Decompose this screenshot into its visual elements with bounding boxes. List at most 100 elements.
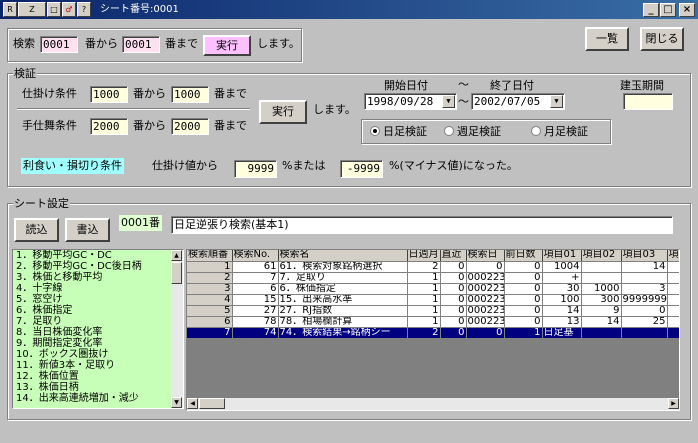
table-cell[interactable]: 0 xyxy=(440,261,467,273)
table-cell[interactable]: 14 xyxy=(621,261,668,273)
table-cell[interactable]: 25 xyxy=(621,316,668,328)
row-number-cell[interactable]: 2 xyxy=(187,272,233,284)
table-cell[interactable]: 0 xyxy=(440,283,467,295)
search-run-button[interactable]: 実行 xyxy=(203,35,251,56)
list-item[interactable]: 9．期間指定変化率 xyxy=(13,338,171,349)
help-icon[interactable]: ? xyxy=(77,2,91,17)
table-cell[interactable]: 27 xyxy=(232,305,279,317)
table-cell[interactable] xyxy=(667,283,679,295)
chevron-down-icon[interactable]: ▼ xyxy=(442,95,455,108)
table-cell[interactable]: 0 xyxy=(466,261,505,273)
table-cell[interactable]: 2 xyxy=(407,261,441,273)
table-row[interactable]: 1 61 61．検索対象銘柄選択 2 0 0 0 1004 14 xyxy=(187,261,679,273)
exit-to-input[interactable]: 2000 xyxy=(171,118,209,135)
grid-header-cell[interactable]: 直近 xyxy=(440,250,467,262)
table-cell[interactable]: 0 xyxy=(504,272,543,284)
table-cell[interactable] xyxy=(667,305,679,317)
list-item[interactable]: 12．株価位置 xyxy=(13,371,171,382)
list-item[interactable]: 7．足取り xyxy=(13,316,171,327)
entry-to-input[interactable]: 1000 xyxy=(171,86,209,103)
grid-header-cell[interactable]: 項 xyxy=(667,250,679,262)
list-item[interactable]: 11．新値3本・足取り xyxy=(13,360,171,371)
table-cell[interactable]: 0 xyxy=(440,327,467,339)
entry-from-input[interactable]: 1000 xyxy=(90,86,128,103)
table-cell[interactable]: 0 xyxy=(504,294,543,306)
grid-header-cell[interactable]: 検索名 xyxy=(278,250,408,262)
list-item[interactable]: 6．株価指定 xyxy=(13,305,171,316)
table-cell[interactable]: 1 xyxy=(407,316,441,328)
list-item[interactable]: 1．移動平均GC・DC xyxy=(13,250,171,261)
row-number-cell[interactable]: 7 xyxy=(187,327,233,339)
table-cell[interactable]: 1 xyxy=(504,327,543,339)
table-cell[interactable]: 000223 xyxy=(466,305,505,317)
grid-header-cell[interactable]: 検索順番 xyxy=(187,250,233,262)
hscroll-thumb[interactable] xyxy=(199,398,225,409)
position-period-input[interactable] xyxy=(623,93,673,110)
write-button[interactable]: 書込 xyxy=(65,218,110,242)
grid-header-cell[interactable]: 項目01 xyxy=(542,250,582,262)
grid-header-cell[interactable]: 検索日 xyxy=(466,250,505,262)
table-row[interactable]: 7 74 74．検索結果→銘柄シー 2 0 0 1 日足基 xyxy=(187,327,679,339)
close-button[interactable]: 閉じる xyxy=(640,27,684,51)
list-button[interactable]: 一覧 xyxy=(585,27,629,51)
table-cell[interactable]: 000223 xyxy=(466,294,505,306)
row-number-cell[interactable]: 3 xyxy=(187,283,233,295)
table-cell[interactable]: 1 xyxy=(407,305,441,317)
list-scrollbar[interactable]: ▲ ▼ xyxy=(171,250,183,408)
table-cell[interactable]: 000223 xyxy=(466,283,505,295)
radio-daily[interactable]: 日足検証 xyxy=(370,124,427,140)
table-cell[interactable] xyxy=(667,316,679,328)
table-cell[interactable] xyxy=(667,294,679,306)
table-cell[interactable]: 0 xyxy=(440,316,467,328)
list-item[interactable]: 13．株価日柄 xyxy=(13,382,171,393)
table-cell[interactable]: 30 xyxy=(542,283,582,295)
list-item[interactable]: 4．十字線 xyxy=(13,283,171,294)
window-icon[interactable]: □ xyxy=(47,2,61,17)
app-icon[interactable]: R xyxy=(3,2,17,17)
read-button[interactable]: 読込 xyxy=(14,218,59,242)
table-cell[interactable]: 0 xyxy=(440,294,467,306)
table-cell[interactable]: 0 xyxy=(504,283,543,295)
table-cell[interactable]: 27．RJ指数 xyxy=(278,305,408,317)
sheet-name-input[interactable]: 日足逆張り検索(基本1) xyxy=(171,216,673,234)
row-number-cell[interactable]: 6 xyxy=(187,316,233,328)
loss-value-input[interactable]: -9999 xyxy=(340,160,383,178)
maximize-button[interactable]: □ xyxy=(660,3,676,17)
end-date-select[interactable]: 2002/07/05 ▼ xyxy=(471,93,565,110)
list-item[interactable]: 10．ボックス圏抜け xyxy=(13,349,171,360)
table-cell[interactable]: 0 xyxy=(466,327,505,339)
table-cell[interactable] xyxy=(581,272,622,284)
row-number-cell[interactable]: 5 xyxy=(187,305,233,317)
table-cell[interactable]: 6 xyxy=(232,283,279,295)
table-cell[interactable]: 000223 xyxy=(466,272,505,284)
table-cell[interactable]: 13 xyxy=(542,316,582,328)
table-cell[interactable]: 100 xyxy=(542,294,582,306)
table-cell[interactable] xyxy=(581,327,622,339)
table-cell[interactable] xyxy=(581,261,622,273)
condition-list[interactable]: 1．移動平均GC・DC 2．移動平均GC・DC後日柄 3．株価と移動平均 4．十… xyxy=(12,249,184,409)
grid-header-cell[interactable]: 項目02 xyxy=(581,250,622,262)
table-cell[interactable]: 15．出来高水準 xyxy=(278,294,408,306)
table-cell[interactable]: + xyxy=(542,272,582,284)
table-cell[interactable]: 7．足取り xyxy=(278,272,408,284)
minimize-button[interactable]: _ xyxy=(643,3,659,17)
table-cell[interactable]: 78．相場欄計算 xyxy=(278,316,408,328)
table-cell[interactable]: 1 xyxy=(407,294,441,306)
verify-run-button[interactable]: 実行 xyxy=(259,100,307,124)
scroll-down-icon[interactable]: ▼ xyxy=(171,397,182,408)
scroll-up-icon[interactable]: ▲ xyxy=(171,250,182,261)
table-cell[interactable]: 9999999 xyxy=(621,294,668,306)
grid-hscrollbar[interactable]: ◀ ▶ xyxy=(187,398,679,410)
table-cell[interactable] xyxy=(667,272,679,284)
table-cell[interactable]: 78 xyxy=(232,316,279,328)
scroll-left-icon[interactable]: ◀ xyxy=(187,398,198,409)
scroll-thumb[interactable] xyxy=(171,262,182,284)
table-cell[interactable] xyxy=(667,327,679,339)
search-to-input[interactable]: 0001 xyxy=(122,36,160,53)
condition-grid[interactable]: 検索順番 検索No. 検索名 日週月 直近 検索日 前日数 項目01 項目02 … xyxy=(186,249,680,411)
table-cell[interactable]: 74 xyxy=(232,327,279,339)
search-from-input[interactable]: 0001 xyxy=(40,36,78,53)
table-cell[interactable]: 1000 xyxy=(581,283,622,295)
table-cell[interactable]: 6．株価指定 xyxy=(278,283,408,295)
close-window-button[interactable]: × xyxy=(679,3,695,17)
